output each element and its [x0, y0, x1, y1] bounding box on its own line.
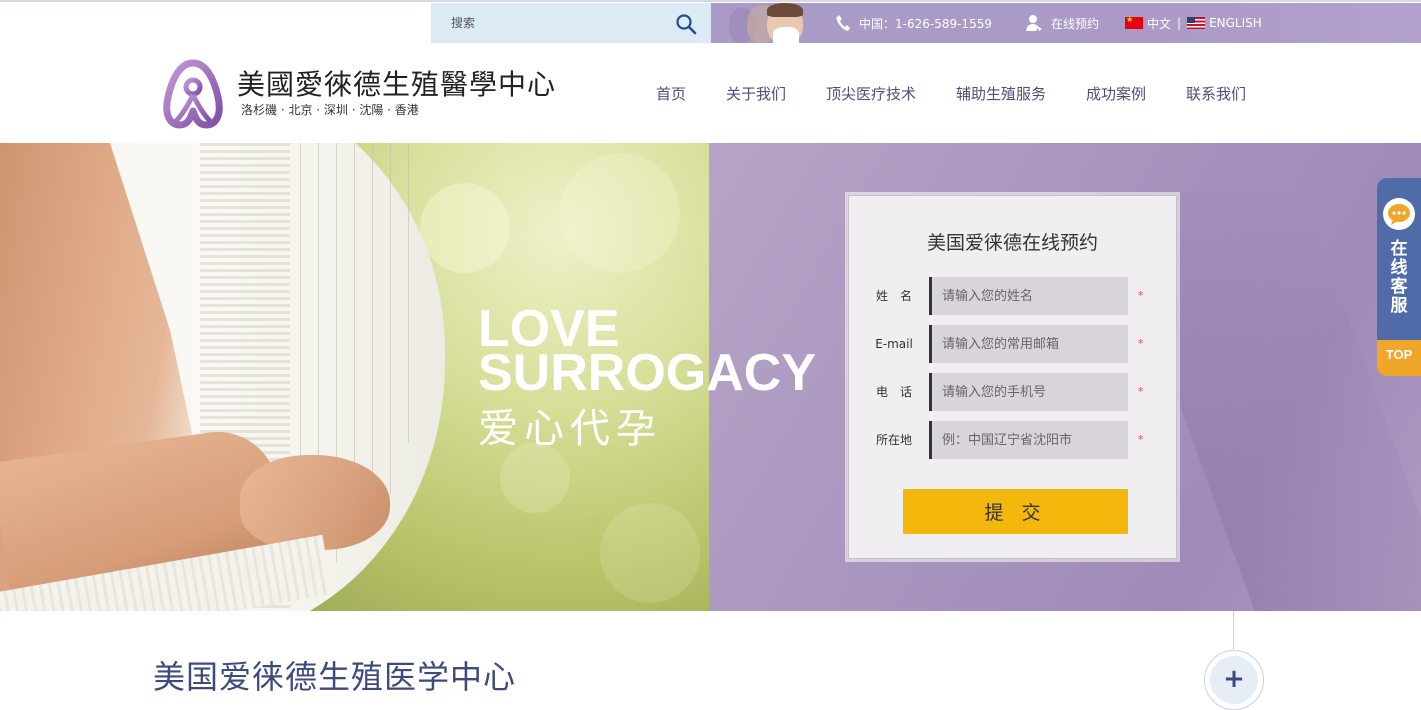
chat-bubble-icon — [1383, 198, 1415, 230]
online-appointment-link[interactable]: 在线预约 — [1025, 3, 1099, 43]
appointment-label: 在线预约 — [1051, 16, 1100, 31]
page: 中国：1-626-589-1559 在线预约 中文 | ENGLISH — [0, 0, 1421, 710]
required-mark: * — [1138, 433, 1144, 446]
lang-english-link[interactable]: ENGLISH — [1209, 16, 1262, 30]
china-flag-icon — [1125, 15, 1143, 29]
search-icon[interactable] — [675, 13, 697, 35]
email-input[interactable] — [929, 325, 1128, 363]
required-mark: * — [1138, 337, 1144, 350]
nav-technology[interactable]: 顶尖医疗技术 — [826, 83, 916, 104]
form-row-location: 所在地 * — [849, 421, 1176, 459]
search-box — [431, 3, 711, 43]
language-switcher: 中文 | ENGLISH — [1125, 3, 1262, 43]
name-input[interactable] — [929, 277, 1128, 315]
nav-contact[interactable]: 联系我们 — [1186, 83, 1246, 104]
location-input[interactable] — [929, 421, 1128, 459]
email-label: E-mail — [875, 337, 913, 351]
top-bar: 中国：1-626-589-1559 在线预约 中文 | ENGLISH — [0, 0, 1421, 43]
form-row-name: 姓 名 * — [849, 277, 1176, 315]
location-label: 所在地 — [875, 433, 912, 447]
nav-about[interactable]: 关于我们 — [726, 83, 786, 104]
brand-locations: 洛杉磯 · 北京 · 深圳 · 沈陽 · 香港 — [241, 103, 419, 117]
us-flag-icon — [1187, 17, 1206, 29]
hero-heading-chinese: 爱心代孕 — [478, 406, 662, 452]
connector-line — [1233, 611, 1234, 651]
topbar-contact-strip: 中国：1-626-589-1559 在线预约 中文 | ENGLISH — [711, 3, 1421, 43]
nav-cases[interactable]: 成功案例 — [1086, 83, 1146, 104]
section-title: 美国爱徕德生殖医学中心 — [153, 658, 517, 696]
online-service-button[interactable]: 在线客服 — [1377, 178, 1421, 340]
brand-logo-icon[interactable] — [160, 59, 226, 129]
phone-input[interactable] — [929, 373, 1128, 411]
user-icon — [1026, 15, 1042, 31]
customer-service-agents-image — [711, 3, 821, 43]
nav-home[interactable]: 首页 — [656, 83, 686, 104]
phone-number: 中国：1-626-589-1559 — [859, 16, 992, 31]
hero-heading-surrogacy: SURROGACY — [478, 344, 817, 402]
search-input[interactable] — [431, 3, 671, 43]
form-title: 美国爱徕德在线预约 — [926, 232, 1098, 254]
phone-icon — [836, 15, 850, 31]
online-service-widget: 在线客服 TOP — [1377, 178, 1421, 376]
plus-icon: + — [1210, 656, 1258, 704]
appointment-form: 美国爱徕德在线预约 姓 名 * E-mail * 电 话 * 所在地 * 提 交 — [848, 195, 1177, 559]
form-row-email: E-mail * — [849, 325, 1176, 363]
phone-contact[interactable]: 中国：1-626-589-1559 — [835, 3, 992, 43]
back-to-top-button[interactable]: TOP — [1377, 340, 1421, 376]
submit-button[interactable]: 提 交 — [903, 489, 1128, 534]
brand-title[interactable]: 美國愛徠德生殖醫學中心 — [237, 63, 556, 103]
phone-label: 电 话 — [875, 385, 912, 399]
online-service-text: 在线客服 — [1390, 239, 1408, 316]
site-header: 美國愛徠德生殖醫學中心 洛杉磯 · 北京 · 深圳 · 沈陽 · 香港 首页 关… — [0, 43, 1421, 143]
lang-separator: | — [1177, 16, 1182, 30]
required-mark: * — [1138, 289, 1144, 302]
lang-chinese-link[interactable]: 中文 — [1147, 15, 1171, 32]
nav-services[interactable]: 辅助生殖服务 — [956, 83, 1046, 104]
name-label: 姓 名 — [875, 289, 912, 303]
required-mark: * — [1138, 385, 1144, 398]
online-service-label: 在线客服 — [1377, 240, 1421, 316]
form-row-phone: 电 话 * — [849, 373, 1176, 411]
expand-button[interactable]: + — [1204, 650, 1264, 710]
top-border — [0, 0, 1421, 2]
